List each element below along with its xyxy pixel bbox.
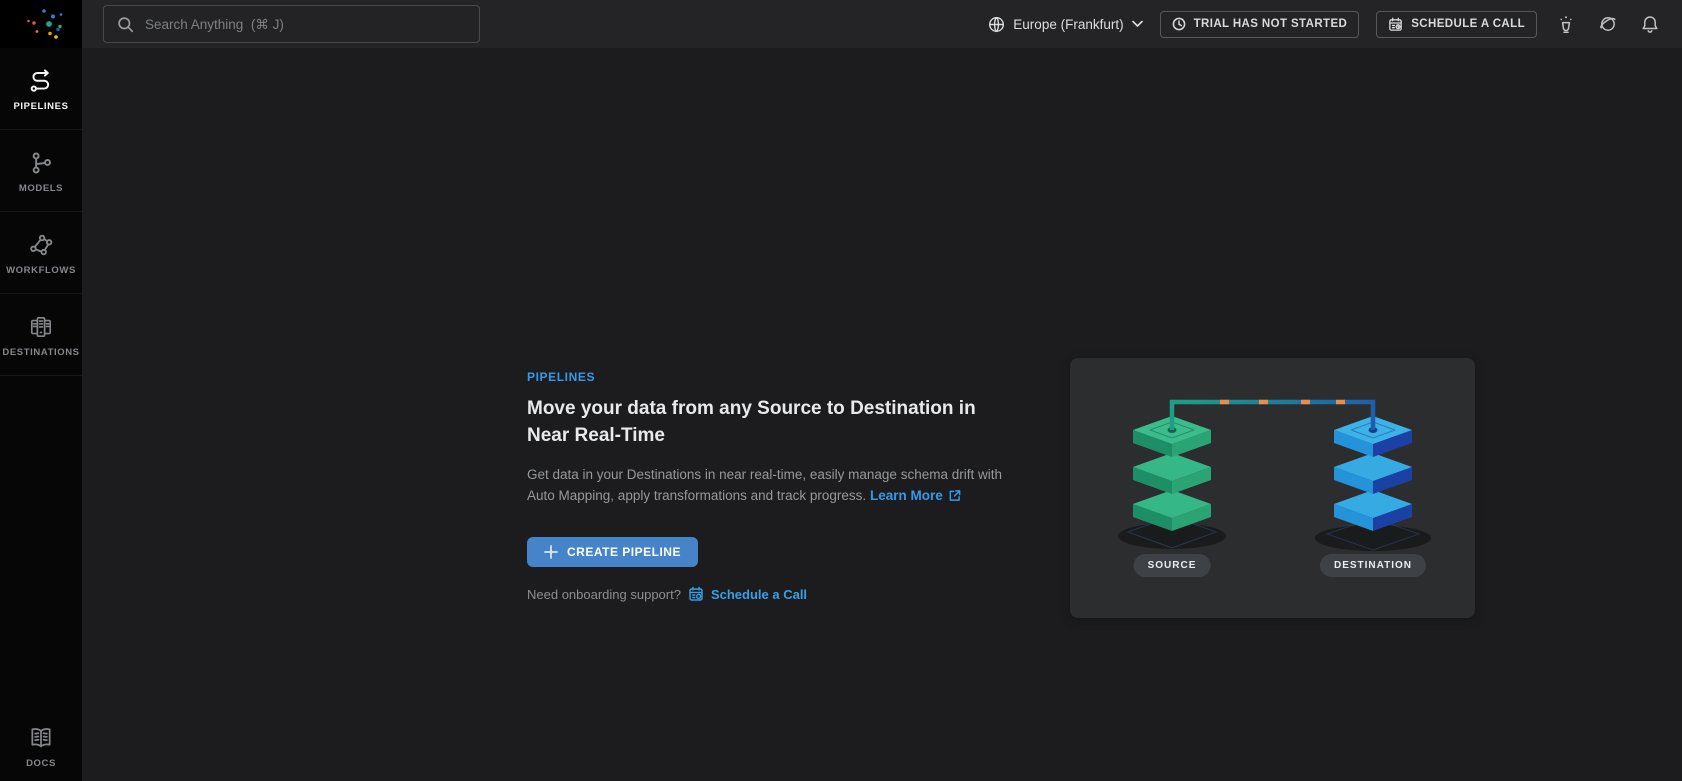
sidebar-item-destinations[interactable]: DESTINATIONS bbox=[0, 294, 82, 376]
onboarding-row: Need onboarding support? Schedule a Call bbox=[527, 586, 1005, 602]
sidebar-item-docs[interactable]: DOCS bbox=[0, 705, 82, 781]
learn-more-link[interactable]: Learn More bbox=[870, 488, 943, 503]
region-label: Europe (Frankfurt) bbox=[1013, 17, 1123, 32]
pipelines-empty-state: PIPELINES Move your data from any Source… bbox=[527, 370, 1005, 602]
hevo-logo-icon bbox=[19, 4, 63, 44]
search-input[interactable] bbox=[145, 17, 466, 32]
sidebar-item-models[interactable]: MODELS bbox=[0, 130, 82, 212]
sidebar-item-label: MODELS bbox=[19, 183, 63, 194]
workflows-icon bbox=[28, 232, 54, 258]
sidebar-item-label: PIPELINES bbox=[13, 101, 68, 112]
main-content: PIPELINES Move your data from any Source… bbox=[82, 48, 1682, 781]
pipelines-eyebrow: PIPELINES bbox=[527, 370, 1005, 384]
search-box[interactable] bbox=[103, 5, 480, 43]
create-pipeline-button[interactable]: CREATE PIPELINE bbox=[527, 537, 698, 567]
page-title: Move your data from any Source to Destin… bbox=[527, 396, 1005, 449]
schedule-call-button[interactable]: SCHEDULE A CALL bbox=[1376, 11, 1537, 38]
page-description: Get data in your Destinations in near re… bbox=[527, 465, 1005, 507]
whats-new-icon[interactable] bbox=[1554, 13, 1578, 36]
plus-icon bbox=[544, 545, 558, 559]
trial-badge-label: TRIAL HAS NOT STARTED bbox=[1194, 18, 1348, 30]
clock-icon bbox=[1172, 17, 1186, 31]
docs-icon bbox=[28, 725, 54, 751]
source-destination-illustration bbox=[1070, 358, 1475, 618]
topbar: Europe (Frankfurt) TRIAL HAS NOT STARTED bbox=[82, 0, 1682, 48]
sidebar: PIPELINES MODELS bbox=[0, 0, 82, 781]
destination-label: DESTINATION bbox=[1320, 554, 1426, 577]
pipelines-icon bbox=[28, 68, 54, 94]
notifications-bell-icon[interactable] bbox=[1638, 13, 1662, 36]
destinations-icon bbox=[28, 314, 54, 340]
create-pipeline-label: CREATE PIPELINE bbox=[567, 545, 681, 559]
sidebar-item-workflows[interactable]: WORKFLOWS bbox=[0, 212, 82, 294]
search-icon bbox=[117, 16, 134, 33]
calendar-clock-icon-blue bbox=[688, 586, 704, 602]
sidebar-item-label: DOCS bbox=[26, 758, 56, 769]
trial-status-badge: TRIAL HAS NOT STARTED bbox=[1160, 11, 1360, 38]
globe-icon bbox=[988, 16, 1005, 33]
calendar-clock-icon bbox=[1388, 17, 1403, 32]
illustration-panel: SOURCE DESTINATION bbox=[1070, 358, 1475, 618]
onboarding-text: Need onboarding support? bbox=[527, 587, 681, 602]
sidebar-item-pipelines[interactable]: PIPELINES bbox=[0, 48, 82, 130]
models-icon bbox=[28, 150, 54, 176]
external-link-icon bbox=[948, 489, 961, 502]
sidebar-item-label: DESTINATIONS bbox=[2, 347, 79, 358]
schedule-call-label: SCHEDULE A CALL bbox=[1411, 18, 1525, 30]
region-selector[interactable]: Europe (Frankfurt) bbox=[988, 16, 1142, 33]
source-label: SOURCE bbox=[1134, 554, 1211, 577]
chevron-down-icon bbox=[1132, 20, 1143, 28]
schedule-call-link[interactable]: Schedule a Call bbox=[711, 587, 807, 602]
sidebar-item-label: WORKFLOWS bbox=[6, 265, 76, 276]
hevo-logo[interactable] bbox=[0, 0, 82, 48]
explore-planet-icon[interactable] bbox=[1595, 12, 1621, 36]
